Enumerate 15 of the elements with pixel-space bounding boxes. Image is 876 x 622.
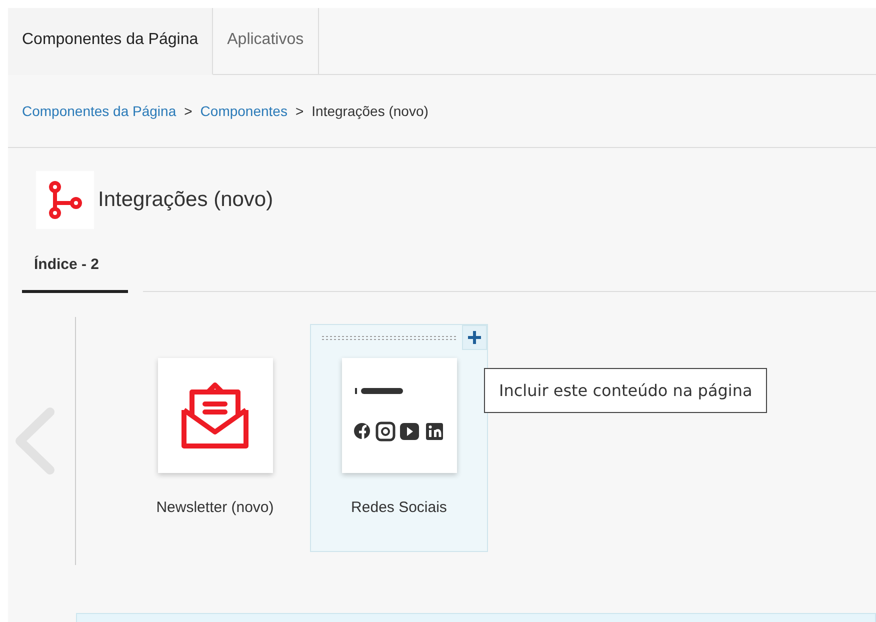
add-button[interactable] xyxy=(462,325,487,350)
plus-icon[interactable] xyxy=(467,330,482,345)
tooltip: Incluir este conteúdo na página xyxy=(484,368,768,413)
page-title: Integrações (novo) xyxy=(98,188,274,212)
index-tab[interactable]: Índice - 2 xyxy=(22,256,128,293)
breadcrumb-separator: > xyxy=(295,103,304,119)
breadcrumb-link[interactable]: Componentes xyxy=(200,103,288,119)
breadcrumb-separator: > xyxy=(184,103,192,119)
page-tab[interactable]: Aplicativos xyxy=(213,8,319,75)
component-label: Newsletter (novo) xyxy=(156,499,274,516)
component-item[interactable]: Newsletter (novo) xyxy=(126,324,304,552)
component-label: Redes Sociais xyxy=(351,499,447,516)
breadcrumb-link[interactable]: Componentes da Página xyxy=(22,103,176,119)
breadcrumb-current: Integrações (novo) xyxy=(312,103,428,119)
branch-icon xyxy=(36,171,94,229)
